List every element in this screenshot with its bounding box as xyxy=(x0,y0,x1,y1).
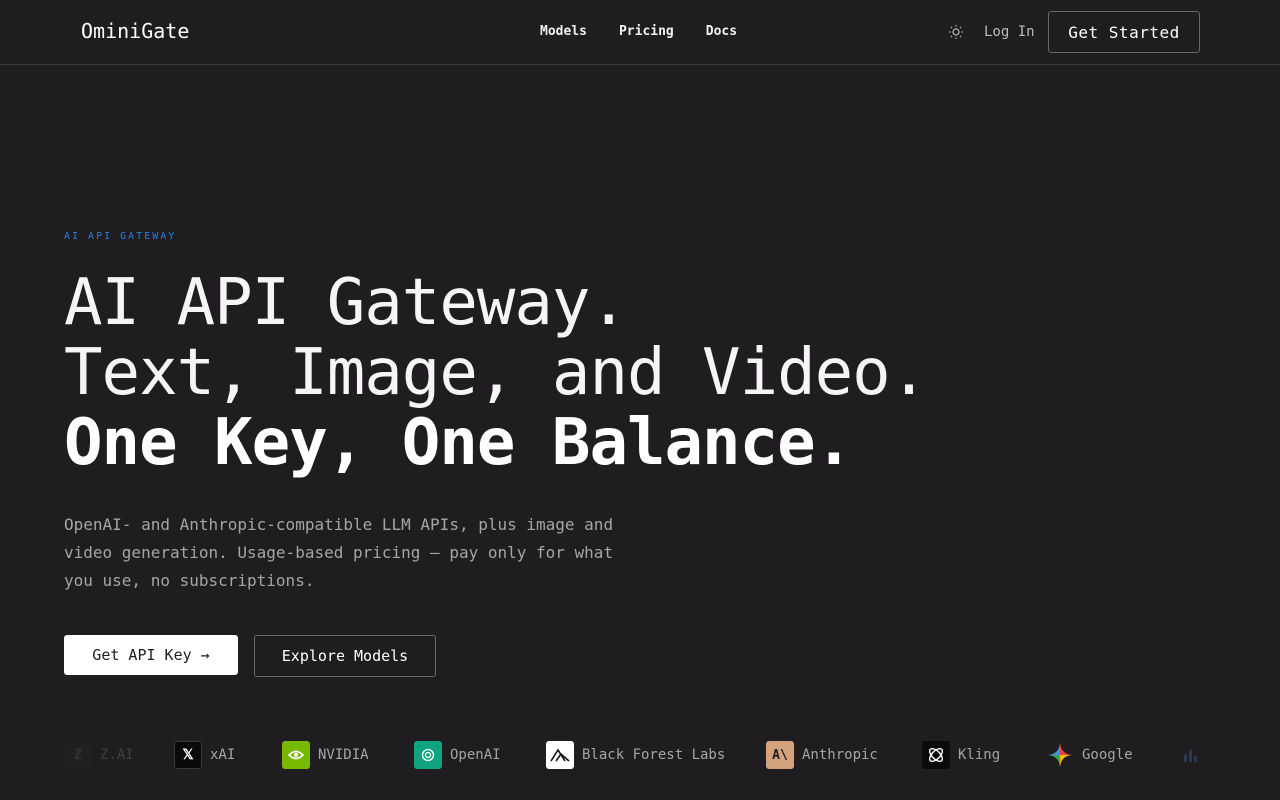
get-started-button[interactable]: Get Started xyxy=(1048,11,1200,53)
get-api-key-button[interactable]: Get API Key → xyxy=(64,635,238,675)
kling-logo-icon xyxy=(922,741,950,769)
explore-models-button[interactable]: Explore Models xyxy=(254,635,436,677)
provider-name: xAI xyxy=(210,747,236,763)
provider-black-forest-labs: Black Forest Labs xyxy=(546,738,725,772)
xai-logo-icon: 𝕏 xyxy=(174,741,202,769)
provider-nvidia: NVIDIA xyxy=(282,738,369,772)
login-link[interactable]: Log In xyxy=(984,24,1035,40)
provider-google: Google xyxy=(1046,738,1133,772)
brand-logo[interactable]: OminiGate xyxy=(81,19,189,43)
provider-xai: 𝕏 xAI xyxy=(174,738,235,772)
provider-name: Anthropic xyxy=(802,747,878,763)
top-navbar: OminiGate Models Pricing Docs Log In Get… xyxy=(0,0,1280,65)
provider-name: Kling xyxy=(958,747,1001,763)
headline-line-2: Text, Image, and Video. xyxy=(64,336,928,410)
provider-kling: Kling xyxy=(922,738,1000,772)
headline-line-3: One Key, One Balance. xyxy=(64,406,853,480)
sun-icon xyxy=(949,25,963,39)
provider-openai: OpenAI xyxy=(414,738,501,772)
openai-logo-icon xyxy=(414,741,442,769)
nvidia-logo-icon xyxy=(282,741,310,769)
provider-name: Black Forest Labs xyxy=(582,747,726,763)
hero-eyebrow: AI API GATEWAY xyxy=(64,231,177,242)
black-forest-labs-logo-icon xyxy=(546,741,574,769)
chart-bars-icon xyxy=(1182,741,1202,769)
provider-zai: Z Z.AI xyxy=(64,738,134,772)
nav-link-pricing[interactable]: Pricing xyxy=(619,24,674,39)
headline-line-1: AI API Gateway. xyxy=(64,266,628,340)
hero-subtext: OpenAI- and Anthropic-compatible LLM API… xyxy=(64,515,614,590)
zai-logo-icon: Z xyxy=(64,741,92,769)
provider-logo-strip: Z Z.AI 𝕏 xAI NVIDIA OpenAI Black Forest … xyxy=(0,738,1280,772)
nav-link-docs[interactable]: Docs xyxy=(706,24,737,39)
google-logo-icon xyxy=(1046,741,1074,769)
nav-links: Models Pricing Docs xyxy=(540,24,737,39)
nav-link-models[interactable]: Models xyxy=(540,24,587,39)
provider-name: OpenAI xyxy=(450,747,501,763)
hero-headline: AI API Gateway. Text, Image, and Video. … xyxy=(64,266,928,480)
provider-anthropic: A\ Anthropic xyxy=(766,738,878,772)
theme-toggle-button[interactable] xyxy=(946,22,966,42)
provider-partial-logo xyxy=(1182,738,1202,772)
provider-name: NVIDIA xyxy=(318,747,369,763)
provider-name: Z.AI xyxy=(100,747,134,763)
provider-name: Google xyxy=(1082,747,1133,763)
anthropic-logo-icon: A\ xyxy=(766,741,794,769)
